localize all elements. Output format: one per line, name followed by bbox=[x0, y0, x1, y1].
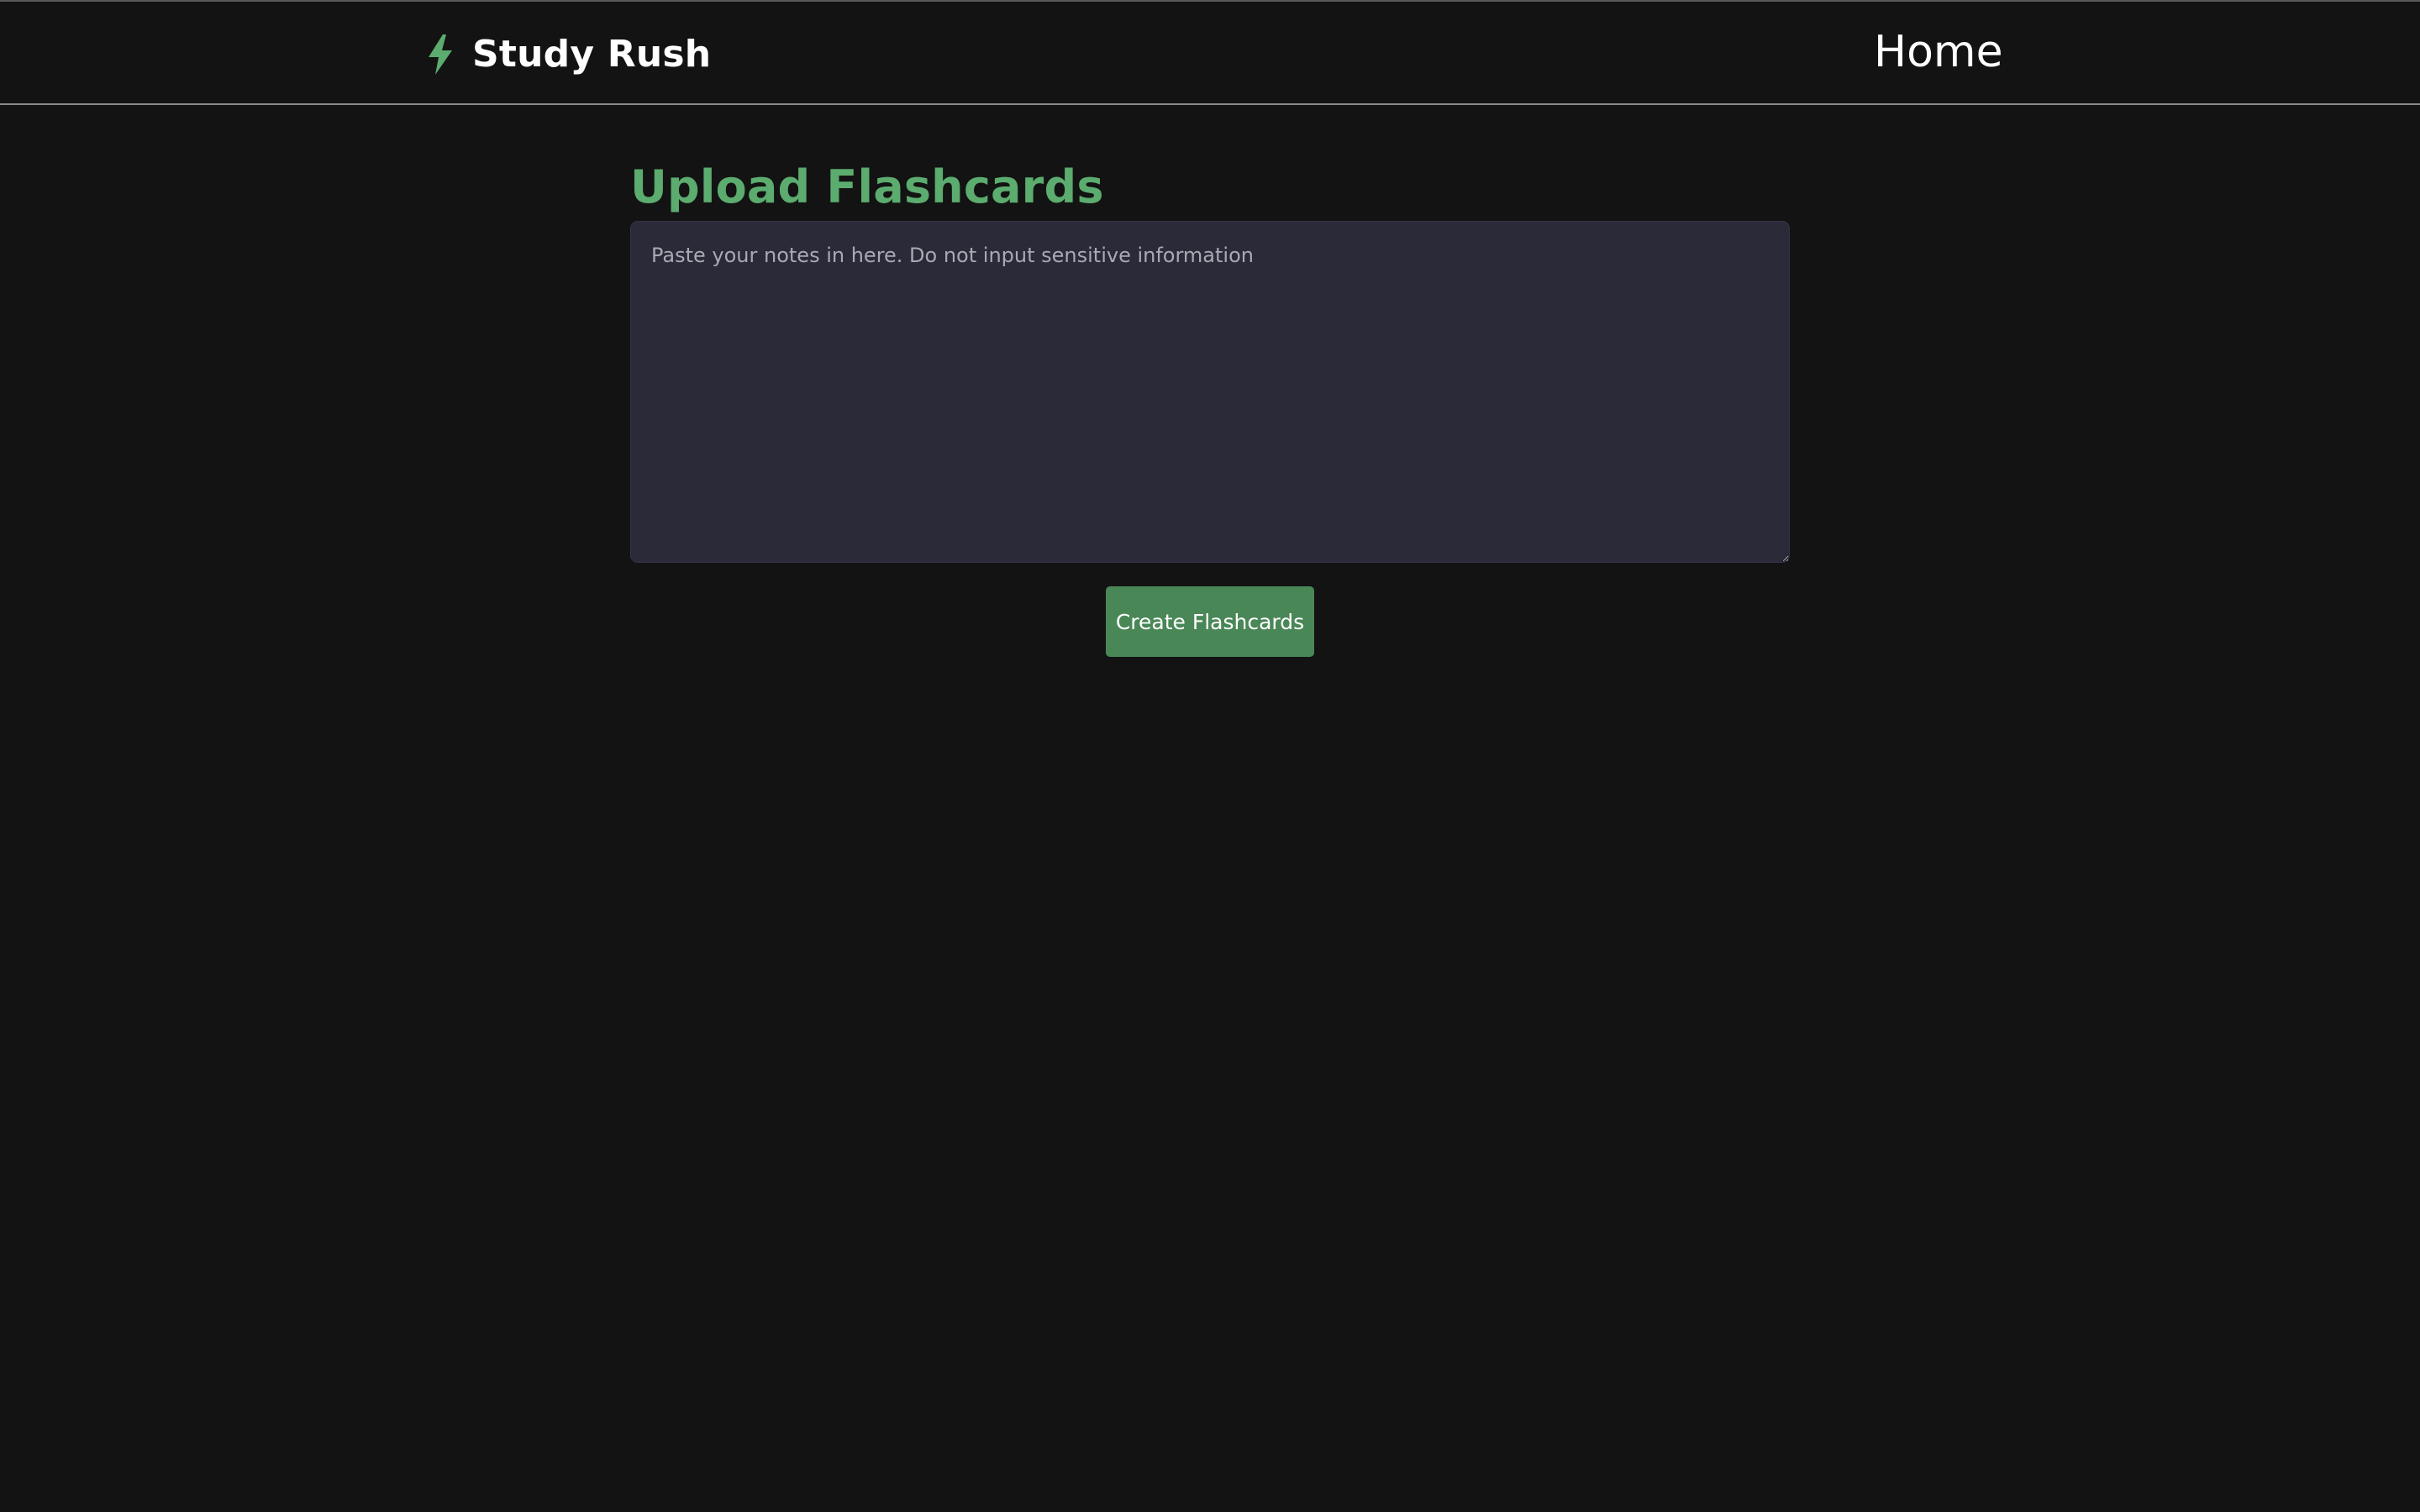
top-navbar: Study Rush Home bbox=[0, 0, 2420, 105]
create-flashcards-button[interactable]: Create Flashcards bbox=[1106, 586, 1314, 657]
page-title: Upload Flashcards bbox=[630, 160, 1104, 213]
brand[interactable]: Study Rush bbox=[427, 34, 711, 76]
nav-home-link[interactable]: Home bbox=[1874, 30, 2003, 74]
lightning-bolt-shape bbox=[429, 34, 452, 75]
notes-input[interactable] bbox=[630, 221, 1790, 563]
lightning-bolt-icon bbox=[429, 34, 452, 75]
brand-name: Study Rush bbox=[472, 33, 712, 76]
